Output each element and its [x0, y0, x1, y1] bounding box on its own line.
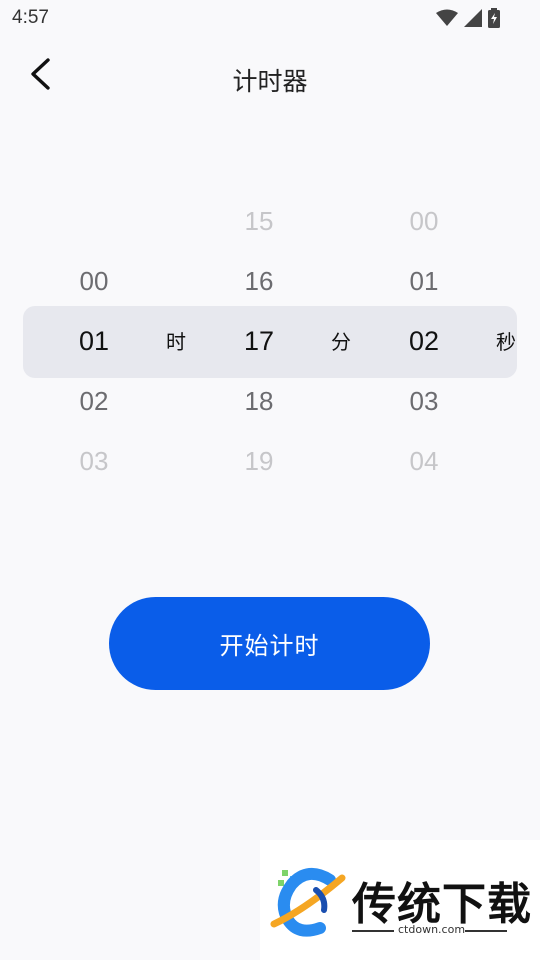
minute-unit-label: 分 — [331, 330, 351, 354]
status-time: 4:57 — [12, 7, 49, 28]
minute-selected[interactable]: 17 — [209, 311, 309, 371]
status-bar: 4:57 — [0, 0, 540, 36]
watermark-divider — [352, 930, 394, 932]
watermark: 传统下载 ctdown.com — [260, 840, 540, 960]
hour-option[interactable]: 03 — [44, 431, 144, 491]
watermark-divider — [465, 930, 507, 932]
start-timer-button[interactable]: 开始计时 — [109, 597, 430, 690]
time-picker: 00 01 02 03 时 15 16 17 18 19 分 00 01 02 … — [0, 190, 540, 490]
watermark-url: ctdown.com — [398, 923, 466, 936]
page-title: 计时器 — [232, 67, 308, 96]
wifi-icon — [436, 9, 458, 31]
brand-logo-icon — [268, 862, 348, 946]
second-option[interactable]: 01 — [374, 251, 474, 311]
second-option[interactable]: 04 — [374, 431, 474, 491]
hour-selected[interactable]: 01 — [44, 311, 144, 371]
hour-option[interactable]: 00 — [44, 251, 144, 311]
second-option[interactable]: 03 — [374, 371, 474, 431]
second-wheel[interactable]: 00 01 02 03 04 — [374, 190, 474, 490]
status-icons — [436, 8, 500, 32]
app-bar: 计时器 — [0, 40, 540, 112]
battery-charging-icon — [488, 8, 500, 32]
minute-option[interactable]: 15 — [209, 191, 309, 251]
minute-wheel[interactable]: 15 16 17 18 19 — [209, 190, 309, 490]
minute-option[interactable]: 16 — [209, 251, 309, 311]
minute-option[interactable]: 18 — [209, 371, 309, 431]
second-selected[interactable]: 02 — [374, 311, 474, 371]
second-option[interactable]: 00 — [374, 191, 474, 251]
hour-unit-label: 时 — [166, 330, 186, 354]
hour-option[interactable]: 02 — [44, 371, 144, 431]
signal-icon — [464, 9, 482, 31]
second-unit-label: 秒 — [496, 330, 516, 354]
hour-wheel[interactable]: 00 01 02 03 — [44, 190, 144, 490]
minute-option[interactable]: 19 — [209, 431, 309, 491]
